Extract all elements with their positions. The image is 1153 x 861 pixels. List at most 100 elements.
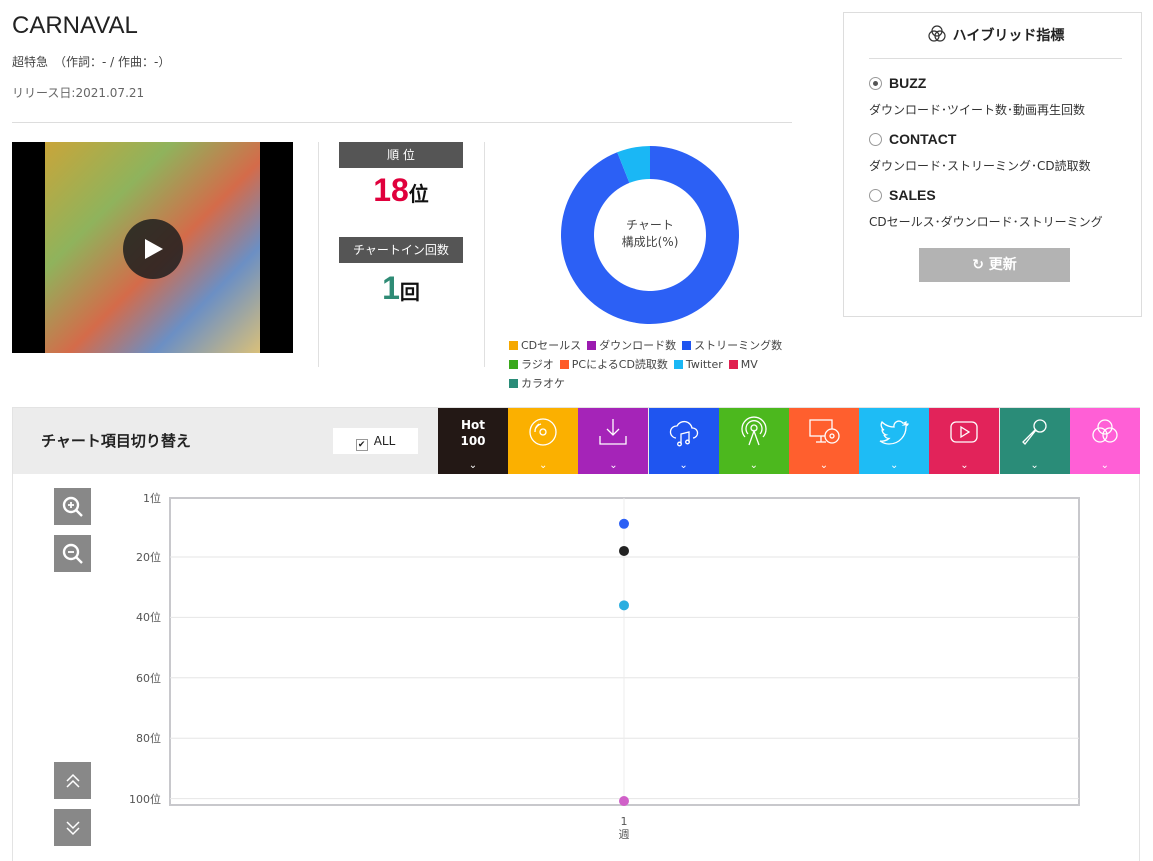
tab-pc-cd[interactable]: ⌄ [789,408,859,474]
twitter-icon [879,420,909,445]
all-label: ALL [373,434,396,448]
legend-item[interactable]: ストリーミング数 [682,339,782,352]
tab-download[interactable]: ⌄ [578,408,649,474]
song-title: CARNAVAL [12,12,138,39]
legend-item[interactable]: ダウンロード数 [587,339,676,352]
tab-streaming[interactable]: ⌄ [648,408,719,474]
option-desc: CDセールス･ダウンロード･ストリーミング [869,215,1103,229]
all-toggle[interactable]: ✔ ALL [333,428,418,454]
rank-value: 18位 [339,172,463,209]
tab-radio[interactable]: ⌄ [718,408,789,474]
donut-legend: CDセールス ダウンロード数 ストリーミング数ラジオ PCによるCD読取数 Twitte… [509,336,819,393]
chartin-unit: 回 [399,280,420,304]
tab-cd-sales[interactable]: ⌄ [508,408,579,474]
y-tick-label: 100位 [129,792,161,806]
legend-swatch [509,379,518,388]
legend-label: ダウンロード数 [599,339,677,352]
donut-center-line2: 構成比(%) [621,235,679,249]
refresh-icon: ↻ [972,257,989,273]
download-icon [599,419,628,445]
play-button[interactable] [123,219,183,279]
video-thumbnail[interactable] [12,142,293,353]
option-desc: ダウンロード･ストリーミング･CD読取数 [869,159,1091,173]
chart-switcher-bar: チャート項目切り替え ✔ ALL Hot 100 ⌄ ⌄ ⌄ ⌄ ⌄ ⌄ ⌄ ⌄ ⌄ ⌄ [13,408,1140,474]
double-chevron-up-icon [65,773,80,788]
chevron-down-icon: ⌄ [468,460,478,471]
radio-contact[interactable] [869,133,882,146]
legend-label: Twitter [685,358,723,371]
option-contact[interactable]: CONTACT [869,131,956,147]
x-tick-number: 1 [620,815,628,828]
legend-label: ラジオ [521,358,554,371]
legend-item[interactable]: MV [728,358,758,371]
rank-label: 順 位 [339,142,463,168]
double-chevron-down-icon [65,820,80,835]
checkbox-icon[interactable]: ✔ [355,439,368,451]
legend-label: CDセールス [521,339,582,352]
hybrid-index-panel: ハイブリッド指標 BUZZ ダウンロード･ツイート数･動画再生回数 CONTAC… [843,12,1142,317]
legend-swatch [509,341,518,350]
video-play-icon [950,421,979,443]
tab-twitter[interactable]: ⌄ [859,408,930,474]
legend-item[interactable]: ラジオ [509,358,554,371]
y-tick-label: 1位 [143,492,161,505]
radio-sales[interactable] [869,189,882,202]
y-tick-label: 60位 [136,671,161,685]
artist-credits: 超特急 （作詞：- / 作曲：-） [12,55,171,69]
play-icon [145,239,163,259]
option-label: BUZZ [889,75,927,91]
divider [12,122,792,123]
legend-item[interactable]: カラオケ [509,377,565,390]
hybrid-header: ハイブリッド指標 [869,25,1122,59]
chevron-down-icon: ⌄ [538,460,548,471]
antenna-icon [741,416,767,446]
tab-label: 100 [460,434,486,448]
zoom-out-button[interactable] [54,535,91,572]
legend-item[interactable]: CDセールス [509,339,581,352]
legend-item[interactable]: PCによるCD読取数 [559,358,668,371]
tab-karaoke[interactable]: ⌄ [999,408,1070,474]
scroll-down-button[interactable] [54,809,91,846]
legend-swatch [587,341,597,350]
chevron-down-icon: ⌄ [1030,460,1039,471]
chartin-label: チャートイン回数 [339,237,463,263]
chevron-down-icon: ⌄ [749,460,758,471]
chevron-down-icon: ⌄ [819,460,829,471]
option-sales[interactable]: SALES [869,187,936,203]
option-label: SALES [889,187,936,203]
cloud-music-icon [669,420,698,447]
hot100-label: Hot 100 [438,408,508,449]
y-tick-label: 20位 [136,551,161,564]
scroll-up-button[interactable] [54,762,91,799]
refresh-button[interactable]: ↻ 更新 [919,248,1070,282]
chevron-down-icon: ⌄ [609,460,618,471]
donut-center-label: チャート 構成比(%) [590,217,710,251]
venn-icon [1092,419,1118,443]
zoom-out-icon [62,543,83,564]
legend-item[interactable]: Twitter [673,358,723,371]
chartin-value: 1回 [339,270,463,307]
venn-icon [928,25,946,42]
tab-hybrid[interactable]: ⌄ [1069,408,1140,474]
chartin-number: 1 [382,270,400,306]
option-label: CONTACT [889,131,957,147]
tab-label: Hot [460,418,486,432]
legend-label: カラオケ [521,377,565,390]
legend-swatch [509,360,518,369]
hybrid-title: ハイブリッド指標 [952,28,1065,44]
rank-unit: 位 [408,182,429,206]
rank-number: 18 [373,172,409,208]
zoom-in-button[interactable] [54,488,91,525]
x-tick: 1 週 [604,815,644,841]
legend-swatch [682,341,692,350]
radio-buzz[interactable] [869,77,882,90]
x-tick-unit: 週 [618,828,630,841]
legend-label: PCによるCD読取数 [571,358,668,371]
option-buzz[interactable]: BUZZ [869,75,926,91]
tab-mv[interactable]: ⌄ [929,408,1000,474]
option-desc: ダウンロード･ツイート数･動画再生回数 [869,103,1086,117]
tab-hot100[interactable]: Hot 100 ⌄ [438,408,508,474]
y-tick-label: 80位 [136,732,161,746]
chart-panel: チャート項目切り替え ✔ ALL Hot 100 ⌄ ⌄ ⌄ ⌄ ⌄ ⌄ ⌄ ⌄ ⌄ ⌄ [12,407,1140,861]
refresh-label: 更新 [988,257,1017,273]
